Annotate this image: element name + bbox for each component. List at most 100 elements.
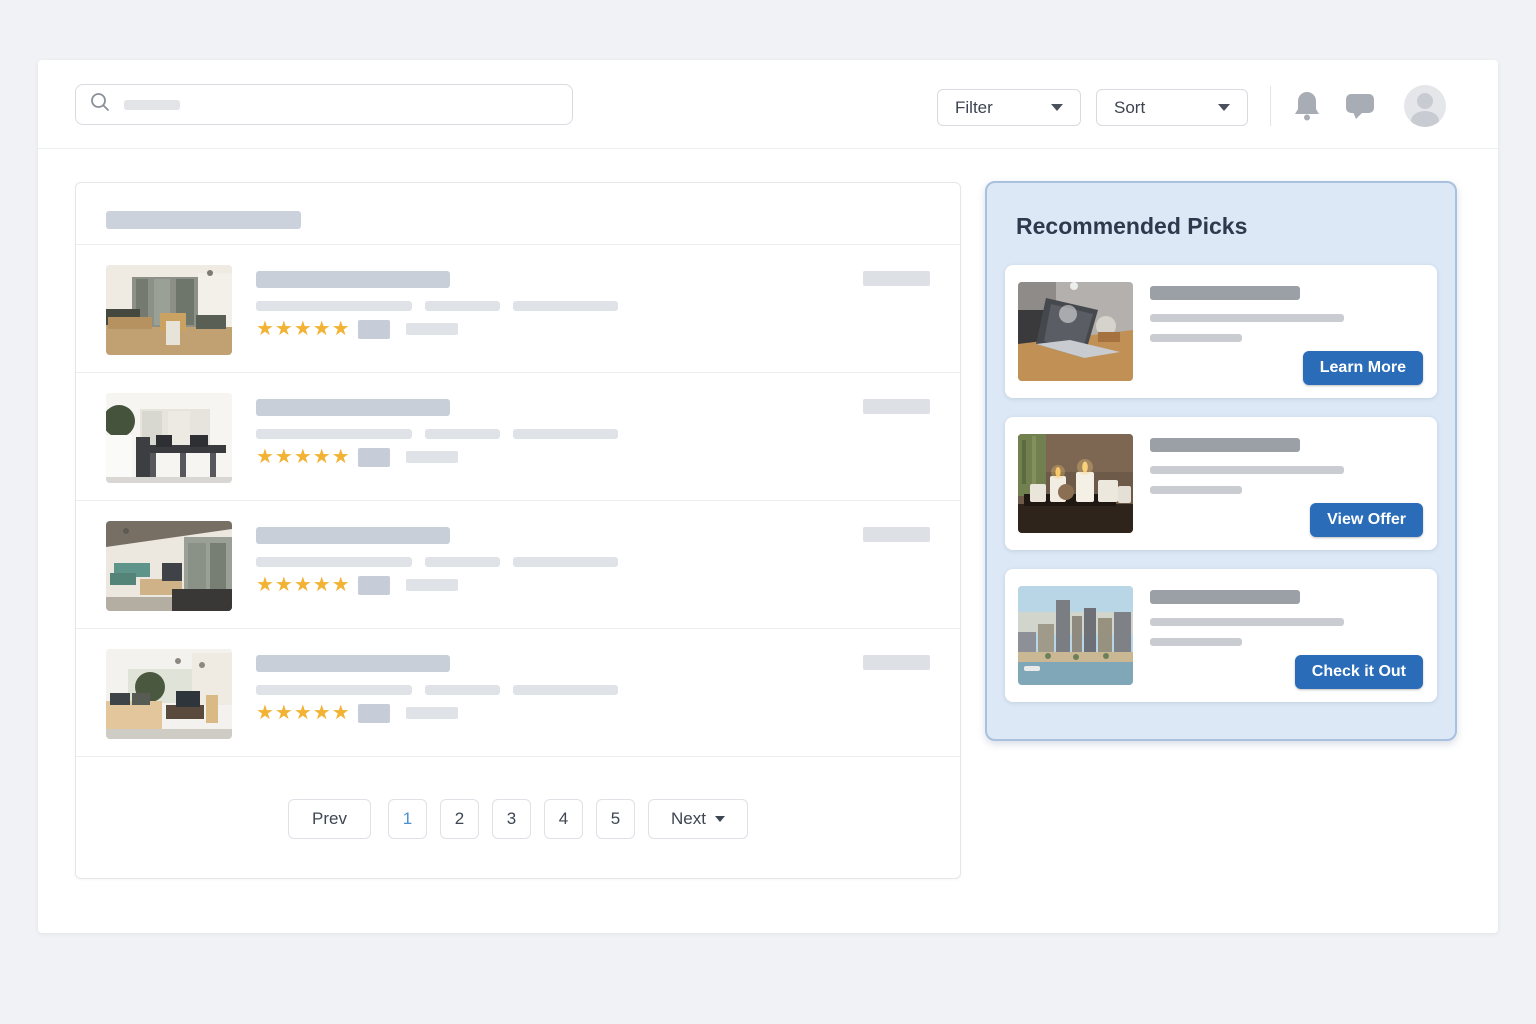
price-skeleton	[863, 271, 930, 286]
app-window: Filter Sort	[38, 60, 1498, 933]
panel-title-skeleton	[106, 211, 301, 229]
card-title-skeleton	[1150, 590, 1300, 604]
meta-bar	[256, 429, 412, 439]
recommended-title: Recommended Picks	[1016, 213, 1455, 240]
card-photo	[1018, 586, 1133, 685]
page-button-1[interactable]: 1	[388, 799, 427, 839]
recommended-card[interactable]: Learn More	[1005, 265, 1437, 398]
rating-count-skeleton	[358, 448, 390, 467]
top-header: Filter Sort	[38, 60, 1498, 149]
card-line-skeleton	[1150, 314, 1344, 322]
listing-row[interactable]: ★★★★★	[76, 501, 960, 629]
listing-rating: ★★★★★	[256, 447, 930, 467]
rating-count-skeleton	[358, 320, 390, 339]
prev-page-button[interactable]: Prev	[288, 799, 371, 839]
meta-bar	[425, 301, 500, 311]
meta-bar	[425, 557, 500, 567]
search-icon	[89, 91, 111, 118]
page-button-5[interactable]: 5	[596, 799, 635, 839]
star-rating: ★★★★★	[256, 575, 351, 595]
avatar-silhouette-head	[1417, 93, 1433, 109]
listing-title-skeleton	[256, 399, 450, 416]
page-button-2[interactable]: 2	[440, 799, 479, 839]
chevron-down-icon	[715, 816, 725, 822]
next-label: Next	[671, 809, 706, 829]
listing-row[interactable]: ★★★★★	[76, 629, 960, 757]
listing-content: ★★★★★	[256, 393, 930, 467]
next-page-button[interactable]: Next	[648, 799, 748, 839]
rating-extra-skeleton	[406, 451, 458, 463]
meta-bar	[256, 301, 412, 311]
meta-bar	[513, 557, 618, 567]
page-button-4[interactable]: 4	[544, 799, 583, 839]
learn-more-button[interactable]: Learn More	[1303, 351, 1423, 385]
listing-meta-skeleton	[256, 685, 930, 695]
office-glass-partition-photo	[106, 265, 232, 355]
listing-photo	[106, 649, 232, 739]
chevron-down-icon	[1218, 104, 1230, 111]
user-avatar[interactable]	[1404, 85, 1446, 127]
messages-button[interactable]	[1345, 93, 1375, 120]
meta-bar	[256, 557, 412, 567]
card-line-skeleton	[1150, 466, 1344, 474]
view-offer-button[interactable]: View Offer	[1310, 503, 1423, 537]
page-button-3[interactable]: 3	[492, 799, 531, 839]
card-title-skeleton	[1150, 438, 1300, 452]
listing-rating: ★★★★★	[256, 575, 930, 595]
office-bright-plant-photo	[106, 393, 232, 483]
listing-rating: ★★★★★	[256, 319, 930, 339]
header-divider	[1270, 86, 1271, 126]
meta-bar	[513, 301, 618, 311]
listing-rating: ★★★★★	[256, 703, 930, 723]
star-rating: ★★★★★	[256, 319, 351, 339]
listing-meta-skeleton	[256, 301, 930, 311]
office-teal-seating-photo	[106, 521, 232, 611]
meta-bar	[513, 685, 618, 695]
pagination: Prev 1 2 3 4 5 Next	[76, 799, 960, 839]
listing-title-skeleton	[256, 655, 450, 672]
star-rating: ★★★★★	[256, 703, 351, 723]
meta-bar	[513, 429, 618, 439]
recommended-panel: Recommended Picks	[985, 181, 1457, 741]
laptop-workspace-photo	[1018, 282, 1133, 381]
recommended-card[interactable]: Check it Out	[1005, 569, 1437, 702]
sort-dropdown[interactable]: Sort	[1096, 89, 1248, 126]
search-placeholder-skeleton	[124, 100, 180, 110]
rating-extra-skeleton	[406, 323, 458, 335]
avatar-silhouette-body	[1411, 111, 1439, 127]
listing-row[interactable]: ★★★★★	[76, 245, 960, 373]
listing-photo	[106, 521, 232, 611]
chat-icon	[1345, 93, 1375, 120]
search-input[interactable]	[75, 84, 573, 125]
spa-candles-photo	[1018, 434, 1133, 533]
rating-extra-skeleton	[406, 707, 458, 719]
rating-extra-skeleton	[406, 579, 458, 591]
card-title-skeleton	[1150, 286, 1300, 300]
card-line-skeleton	[1150, 486, 1242, 494]
listing-row[interactable]: ★★★★★	[76, 373, 960, 501]
sort-label: Sort	[1114, 98, 1145, 118]
filter-dropdown[interactable]: Filter	[937, 89, 1081, 126]
listing-content: ★★★★★	[256, 521, 930, 595]
card-photo	[1018, 282, 1133, 381]
listing-title-skeleton	[256, 527, 450, 544]
listing-content: ★★★★★	[256, 649, 930, 723]
price-skeleton	[863, 527, 930, 542]
rating-count-skeleton	[358, 704, 390, 723]
check-it-out-button[interactable]: Check it Out	[1295, 655, 1423, 689]
city-skyline-photo	[1018, 586, 1133, 685]
notifications-button[interactable]	[1293, 90, 1321, 121]
listing-meta-skeleton	[256, 429, 930, 439]
listing-meta-skeleton	[256, 557, 930, 567]
filter-label: Filter	[955, 98, 993, 118]
bell-icon	[1293, 90, 1321, 121]
card-line-skeleton	[1150, 618, 1344, 626]
listing-content: ★★★★★	[256, 265, 930, 339]
price-skeleton	[863, 399, 930, 414]
recommended-card[interactable]: View Offer	[1005, 417, 1437, 550]
listings-panel: ★★★★★	[75, 182, 961, 879]
listing-title-skeleton	[256, 271, 450, 288]
listing-photo	[106, 265, 232, 355]
chevron-down-icon	[1051, 104, 1063, 111]
rating-count-skeleton	[358, 576, 390, 595]
